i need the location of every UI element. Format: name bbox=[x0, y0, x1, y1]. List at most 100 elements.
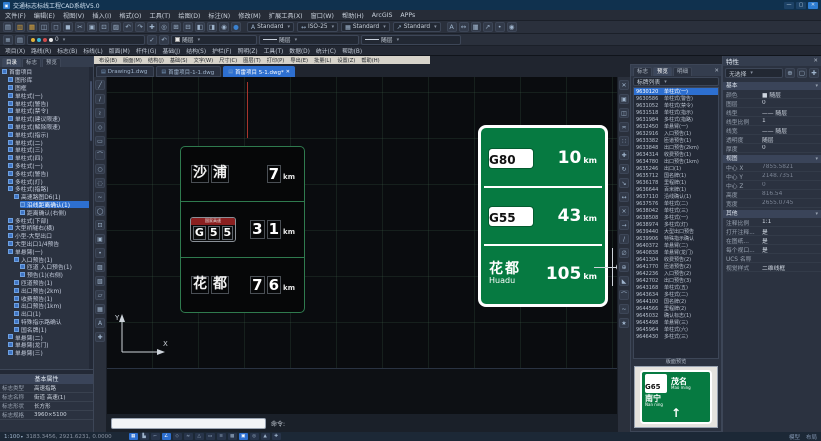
list-panel-tab[interactable]: 明细 bbox=[673, 67, 692, 76]
zoom-window-icon[interactable]: ⊞ bbox=[171, 22, 181, 32]
tree-item[interactable]: 大型桥隧右(横) bbox=[8, 224, 90, 232]
drawing-tab[interactable]: ▤ Drawing1.dwg bbox=[96, 66, 154, 77]
menu-item[interactable]: 格式(O) bbox=[119, 11, 141, 20]
app-menu-item[interactable]: 标线(L) bbox=[83, 46, 102, 55]
polyline-icon[interactable]: ≀ bbox=[95, 108, 105, 118]
menu-item[interactable]: ArcGIS bbox=[372, 12, 393, 19]
sign-list-row[interactable]: 9639906 特殊指示确认 bbox=[634, 235, 718, 242]
tree-item[interactable]: 出口(1) bbox=[14, 310, 90, 318]
panel-menu-item[interactable]: 版面(M) bbox=[123, 57, 142, 64]
tree-item[interactable]: 国名牌(1) bbox=[14, 325, 90, 333]
sign-list-row[interactable]: 9630120 单柱式(一) bbox=[634, 88, 718, 95]
dim-style-select-icon[interactable]: ↔ ISO-25 bbox=[297, 22, 338, 32]
sign-list-row[interactable]: 9645964 单柱式(六) bbox=[634, 326, 718, 333]
sign-list-row[interactable]: 9631052 单柱式(禁令) bbox=[634, 102, 718, 109]
match-properties-icon[interactable]: ▨ bbox=[111, 22, 121, 32]
dimension-style-icon[interactable]: ↔ bbox=[459, 22, 469, 32]
panel-menu-item[interactable]: 打印(P) bbox=[267, 57, 285, 64]
tree-item[interactable]: 特殊指示路确认 bbox=[14, 318, 90, 326]
quick-properties-icon[interactable]: ▣ bbox=[239, 433, 248, 440]
sign-list-row[interactable]: 9631518 单柱式(指示) bbox=[634, 109, 718, 116]
tree-item[interactable]: 单悬臂(龙门) bbox=[8, 341, 90, 349]
panel-menu-item[interactable]: 基础(S) bbox=[170, 57, 188, 64]
sign-list-row[interactable]: 9634780 出口预告(1km) bbox=[634, 158, 718, 165]
selection-filter-select[interactable]: 无选择 bbox=[725, 68, 783, 78]
transparency-icon[interactable]: ▩ bbox=[228, 433, 237, 440]
extend-icon[interactable]: → bbox=[619, 220, 629, 230]
tree-panel-tab[interactable]: 目录 bbox=[2, 58, 21, 67]
tree-item[interactable]: 收费预告(1) bbox=[14, 294, 90, 302]
sign-list-row[interactable]: 9630586 单柱式(警告) bbox=[634, 95, 718, 102]
app-menu-item[interactable]: 结构(S) bbox=[186, 46, 206, 55]
panel-menu-item[interactable]: 设置(Z) bbox=[337, 57, 355, 64]
app-menu-item[interactable]: 路线(R) bbox=[31, 46, 51, 55]
tree-item[interactable]: 沿线距离确认(1) bbox=[20, 201, 90, 209]
tree-item[interactable]: 单柱式(一) bbox=[8, 91, 90, 99]
redo-icon[interactable]: ↷ bbox=[135, 22, 145, 32]
wireframe-distance-sign[interactable]: 沙浦 7 km 国家高速 G55 31 km bbox=[180, 146, 305, 313]
tree-item[interactable]: 单柱式(解除限速) bbox=[8, 123, 90, 131]
explode-icon[interactable]: ★ bbox=[619, 318, 629, 328]
sign-list-row[interactable]: 9642236 入口预告(2) bbox=[634, 270, 718, 277]
text-style-select-icon[interactable]: A Standard bbox=[247, 22, 294, 32]
app-menu-item[interactable]: 统计(C) bbox=[316, 46, 336, 55]
status-label[interactable]: 布局 bbox=[806, 433, 817, 441]
sign-list-row[interactable]: 9636644 百米牌(1) bbox=[634, 186, 718, 193]
lineweight-select[interactable]: 随层 bbox=[361, 35, 461, 45]
panel-menu-item[interactable]: 批量(L) bbox=[314, 57, 331, 64]
menu-item[interactable]: 插入(I) bbox=[92, 11, 111, 20]
orbit-icon[interactable]: ◉ bbox=[219, 22, 229, 32]
menu-item[interactable]: 文件(F) bbox=[5, 11, 26, 20]
scale-select[interactable]: 1:100 bbox=[4, 434, 23, 440]
tab-close-icon[interactable]: ✕ bbox=[286, 69, 290, 75]
property-row[interactable]: 宽度 2655.0745 bbox=[726, 199, 821, 208]
panel-menu-item[interactable]: 导出(E) bbox=[290, 57, 308, 64]
sign-list-row[interactable]: 9631984 多柱式(指路) bbox=[634, 116, 718, 123]
tree-panel-tab[interactable]: 标志 bbox=[22, 58, 41, 67]
rectangle-icon[interactable]: ▭ bbox=[95, 136, 105, 146]
sign-list-row[interactable]: 9632450 单悬臂(一) bbox=[634, 123, 718, 130]
pan-icon[interactable]: ✚ bbox=[147, 22, 157, 32]
close-icon[interactable]: ✕ bbox=[813, 58, 818, 64]
app-menu-item[interactable]: 帮助(B) bbox=[342, 46, 362, 55]
tree-item[interactable]: 图形库 bbox=[8, 76, 90, 84]
selection-cycling-icon[interactable]: ◎ bbox=[250, 433, 259, 440]
tree-item[interactable]: 多柱式(一) bbox=[8, 162, 90, 170]
new-file-icon[interactable]: ▤ bbox=[3, 22, 13, 32]
tree-item[interactable]: 单柱式(二) bbox=[8, 138, 90, 146]
sign-list-row[interactable]: 9639440 大型出口预告 bbox=[634, 228, 718, 235]
sign-list-row[interactable]: 9643168 单柱式(五) bbox=[634, 284, 718, 291]
array-icon[interactable]: ∷ bbox=[619, 136, 629, 146]
tree-item[interactable]: 入口预告(1) bbox=[14, 255, 90, 263]
tree-panel-tab[interactable]: 预览 bbox=[42, 58, 61, 67]
tree-item[interactable]: 小型-大型出口 bbox=[8, 232, 90, 240]
list-panel-tab[interactable]: 标志 bbox=[633, 67, 652, 76]
tree-item[interactable]: 单柱式(建议限速) bbox=[8, 115, 90, 123]
select-objects-icon[interactable]: ▢ bbox=[797, 68, 807, 78]
tree-item[interactable]: 单柱式(禁令) bbox=[8, 107, 90, 115]
print-icon[interactable]: ◫ bbox=[39, 22, 49, 32]
zoom-previous-icon[interactable]: ⊟ bbox=[183, 22, 193, 32]
snap-mode-icon[interactable]: ▙ bbox=[140, 433, 149, 440]
gradient-icon[interactable]: ▧ bbox=[95, 276, 105, 286]
point-style-icon[interactable]: • bbox=[495, 22, 505, 32]
polar-tracking-icon[interactable]: ∠ bbox=[162, 433, 171, 440]
open-file-icon[interactable]: ▥ bbox=[15, 22, 25, 32]
panel-menu-item[interactable]: 布设(B) bbox=[99, 57, 117, 64]
panel-menu-item[interactable]: 结构(J) bbox=[148, 57, 164, 64]
polygon-icon[interactable]: ◇ bbox=[95, 122, 105, 132]
maximize-button[interactable]: ▢ bbox=[796, 2, 806, 9]
blend-icon[interactable]: ~ bbox=[619, 304, 629, 314]
annotation-monitor-icon[interactable]: ▲ bbox=[261, 433, 270, 440]
tree-item[interactable]: 单悬臂(三) bbox=[8, 349, 90, 357]
panel-menu-item[interactable]: 图层(T) bbox=[243, 57, 261, 64]
sign-list-row[interactable]: 9633848 出口预告(2km) bbox=[634, 144, 718, 151]
cut-icon[interactable]: ✂ bbox=[75, 22, 85, 32]
sign-list-row[interactable]: 9636178 里程牌(1) bbox=[634, 179, 718, 186]
ellipse-icon[interactable]: ◯ bbox=[95, 206, 105, 216]
tree-item[interactable]: 出口预告(1km) bbox=[14, 302, 90, 310]
circle-icon[interactable]: ○ bbox=[95, 164, 105, 174]
sign-list-row[interactable]: 9633382 匝道预告(1) bbox=[634, 137, 718, 144]
tree-item[interactable]: 匝道预告(1) bbox=[14, 279, 90, 287]
region-icon[interactable]: ▱ bbox=[95, 290, 105, 300]
